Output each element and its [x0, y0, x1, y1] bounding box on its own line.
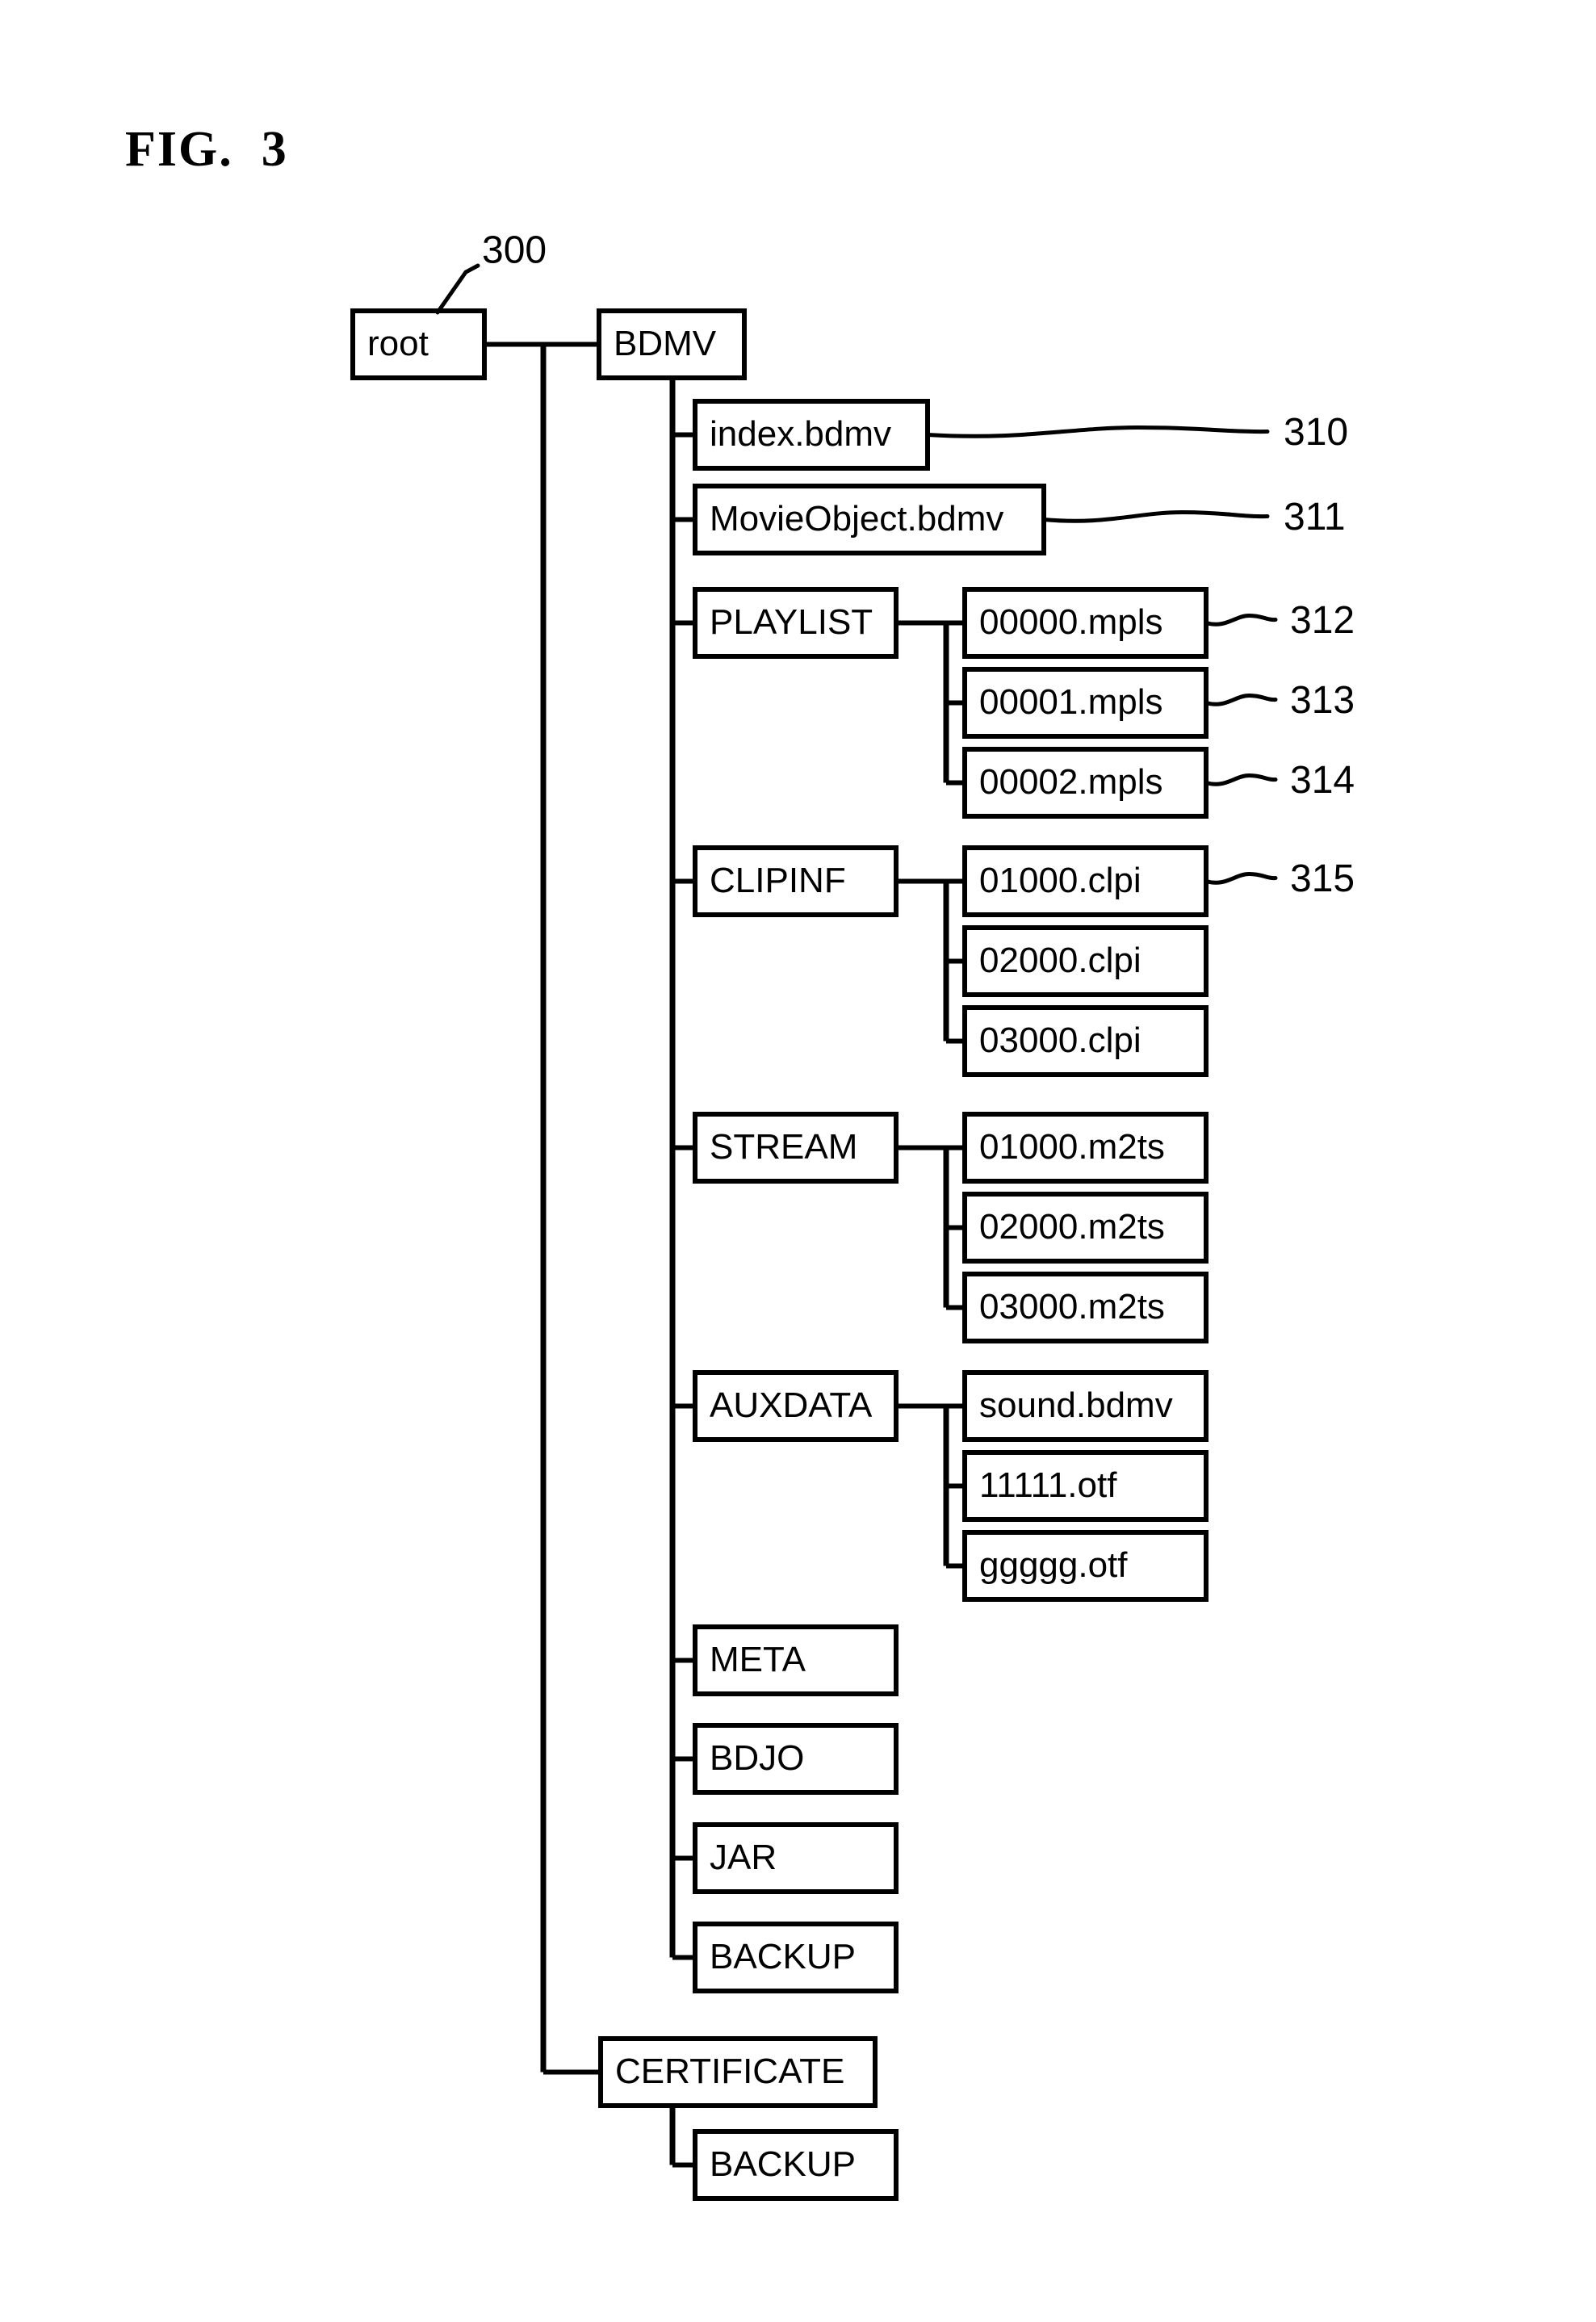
reference-number-314: 314: [1290, 759, 1355, 802]
node-00001-mpls-label: 00001.mpls: [979, 682, 1162, 722]
node-certificate-label: CERTIFICATE: [615, 2052, 844, 2091]
reference-number-313: 313: [1290, 679, 1355, 722]
node-backup[interactable]: BACKUP: [693, 1922, 899, 1993]
node-bdjo-label: BDJO: [710, 1738, 804, 1778]
node-jar-label: JAR: [710, 1838, 777, 1877]
reference-number-312: 312: [1290, 599, 1355, 642]
node-01000-clpi[interactable]: 01000.clpi: [962, 845, 1209, 917]
root-reference-leader-line: [435, 263, 480, 315]
node-auxdata[interactable]: AUXDATA: [693, 1370, 899, 1442]
tree-svg-canvas: root BDMV index.bdmv MovieObject.bdmv PLAYLI…: [350, 229, 1355, 2201]
node-meta[interactable]: META: [693, 1624, 899, 1696]
reference-number-311: 311: [1284, 496, 1346, 539]
node-root[interactable]: root: [350, 308, 487, 380]
node-02000-clpi-label: 02000.clpi: [979, 941, 1141, 980]
reference-numbers-layer: 300 310 311 312 313 314 315: [435, 229, 1355, 900]
node-index-bdmv-leader-line: [925, 425, 1270, 438]
node-playlist[interactable]: PLAYLIST: [693, 587, 899, 659]
node-bdmv[interactable]: BDMV: [597, 308, 747, 380]
node-ggggg-otf[interactable]: ggggg.otf: [962, 1530, 1209, 1602]
node-jar[interactable]: JAR: [693, 1822, 899, 1894]
node-03000-clpi-label: 03000.clpi: [979, 1021, 1141, 1060]
node-02000-clpi[interactable]: 02000.clpi: [962, 925, 1209, 997]
node-11111-otf-label: 11111.otf: [979, 1465, 1117, 1505]
node-02000-m2ts-label: 02000.m2ts: [979, 1207, 1165, 1247]
node-01000-clpi-leader-line: [1204, 871, 1278, 885]
node-01000-m2ts-label: 01000.m2ts: [979, 1127, 1165, 1167]
node-00002-mpls-label: 00002.mpls: [979, 762, 1162, 802]
node-certificate[interactable]: CERTIFICATE: [598, 2036, 878, 2108]
node-movieobject-bdmv-leader-line: [1041, 509, 1270, 523]
reference-number-300: 300: [482, 229, 547, 272]
node-stream[interactable]: STREAM: [693, 1112, 899, 1184]
node-backup-label: BACKUP: [710, 1937, 856, 1976]
node-certificate-backup[interactable]: BACKUP: [693, 2129, 899, 2201]
node-root-label: root: [367, 324, 429, 363]
node-stream-label: STREAM: [710, 1127, 857, 1167]
node-00002-mpls[interactable]: 00002.mpls: [962, 747, 1209, 819]
node-00002-mpls-leader-line: [1204, 773, 1278, 786]
node-sound-bdmv[interactable]: sound.bdmv: [962, 1370, 1209, 1442]
node-02000-m2ts[interactable]: 02000.m2ts: [962, 1192, 1209, 1264]
node-clipinf-label: CLIPINF: [710, 861, 846, 900]
node-03000-m2ts[interactable]: 03000.m2ts: [962, 1272, 1209, 1343]
node-bdjo[interactable]: BDJO: [693, 1723, 899, 1795]
node-00000-mpls-label: 00000.mpls: [979, 602, 1162, 642]
reference-number-310: 310: [1284, 411, 1348, 454]
node-00000-mpls[interactable]: 00000.mpls: [962, 587, 1209, 659]
node-ggggg-otf-label: ggggg.otf: [979, 1545, 1128, 1585]
node-index-bdmv[interactable]: index.bdmv: [693, 399, 930, 471]
node-auxdata-label: AUXDATA: [710, 1385, 873, 1425]
node-00000-mpls-leader-line: [1204, 613, 1278, 627]
node-03000-m2ts-label: 03000.m2ts: [979, 1287, 1165, 1327]
node-01000-clpi-label: 01000.clpi: [979, 861, 1141, 900]
node-03000-clpi[interactable]: 03000.clpi: [962, 1005, 1209, 1077]
node-meta-label: META: [710, 1640, 806, 1679]
node-movieobject-bdmv-label: MovieObject.bdmv: [710, 499, 1003, 539]
node-index-bdmv-label: index.bdmv: [710, 414, 891, 454]
node-clipinf[interactable]: CLIPINF: [693, 845, 899, 917]
node-playlist-label: PLAYLIST: [710, 602, 873, 642]
reference-number-315: 315: [1290, 857, 1355, 900]
bdmv-directory-tree-diagram: root BDMV index.bdmv MovieObject.bdmv PLAYLI…: [0, 0, 1596, 2322]
node-11111-otf[interactable]: 11111.otf: [962, 1450, 1209, 1522]
node-sound-bdmv-label: sound.bdmv: [979, 1385, 1173, 1425]
node-00001-mpls[interactable]: 00001.mpls: [962, 667, 1209, 739]
boxes-layer: root BDMV index.bdmv MovieObject.bdmv PLAYLI…: [350, 308, 1209, 2201]
node-bdmv-label: BDMV: [614, 324, 717, 363]
node-certificate-backup-label: BACKUP: [710, 2144, 856, 2184]
node-movieobject-bdmv[interactable]: MovieObject.bdmv: [693, 484, 1046, 555]
node-01000-m2ts[interactable]: 01000.m2ts: [962, 1112, 1209, 1184]
node-00001-mpls-leader-line: [1204, 693, 1278, 706]
